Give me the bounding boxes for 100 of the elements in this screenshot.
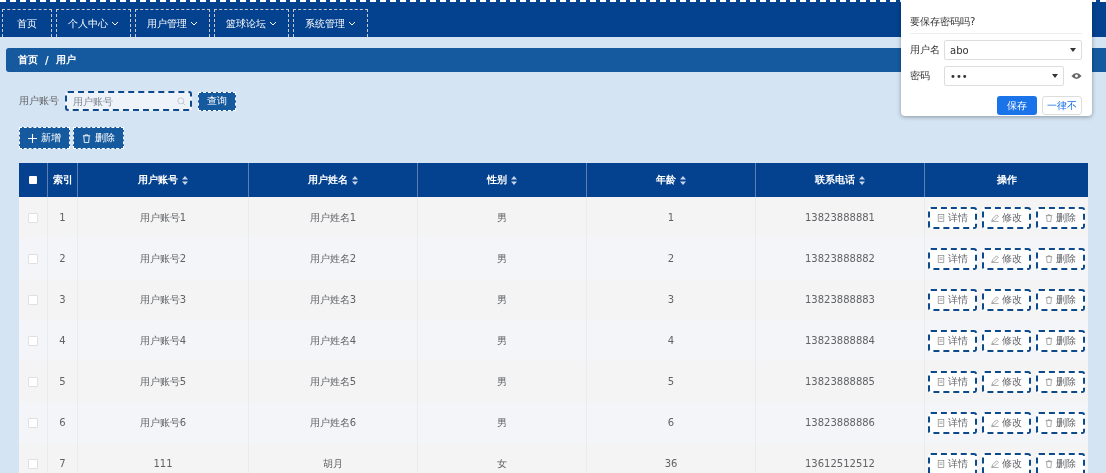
field-label: 用户账号 bbox=[19, 94, 59, 108]
pencil-icon bbox=[991, 213, 999, 222]
row-action-button[interactable]: 修改 bbox=[982, 247, 1031, 270]
row-action-button[interactable]: 修改 bbox=[982, 288, 1031, 311]
table-cell: 用户姓名5 bbox=[309, 374, 357, 389]
nav-menu-item[interactable]: 首页 bbox=[2, 9, 52, 37]
row-action-button[interactable]: 详情 bbox=[928, 206, 977, 229]
pencil-icon bbox=[991, 254, 999, 263]
nav-menu-item[interactable]: 用户管理 bbox=[135, 9, 210, 37]
row-action-button[interactable]: 删除 bbox=[1036, 452, 1085, 473]
table-cell: 3 bbox=[667, 294, 675, 305]
table-cell: 13823888882 bbox=[805, 253, 875, 264]
table-cell: 用户姓名6 bbox=[309, 415, 357, 430]
table-cell: 男 bbox=[497, 292, 507, 307]
row-action-button[interactable]: 详情 bbox=[928, 452, 977, 473]
table-cell: 用户账号1 bbox=[139, 210, 187, 225]
row-action-button[interactable]: 修改 bbox=[982, 452, 1031, 473]
select-all-checkbox[interactable] bbox=[29, 176, 37, 184]
table-cell: 用户账号3 bbox=[139, 292, 187, 307]
table-cell: 男 bbox=[497, 210, 507, 225]
search-icon bbox=[177, 96, 186, 106]
dropdown-caret-icon bbox=[1070, 48, 1076, 52]
row-action-button[interactable]: 删除 bbox=[1036, 247, 1085, 270]
row-checkbox[interactable] bbox=[28, 212, 38, 223]
table-cell: 用户姓名3 bbox=[309, 292, 357, 307]
pencil-icon bbox=[991, 295, 999, 304]
breadcrumb-item: 用户 bbox=[55, 53, 76, 67]
nav-menu-item[interactable]: 系统管理 bbox=[293, 9, 368, 37]
table-cell: 男 bbox=[497, 251, 507, 266]
never-button[interactable]: 一律不 bbox=[1042, 96, 1082, 115]
field-label: 用户名 bbox=[910, 43, 941, 57]
table-cell: 5 bbox=[667, 376, 675, 387]
table-cell: 6 bbox=[667, 417, 675, 428]
field-label: 密码 bbox=[910, 69, 931, 83]
row-action-button[interactable]: 删除 bbox=[1036, 370, 1085, 393]
row-action-button[interactable]: 详情 bbox=[928, 247, 977, 270]
table-cell: 用户账号6 bbox=[139, 415, 187, 430]
table-cell: 女 bbox=[497, 456, 507, 471]
row-action-button[interactable]: 修改 bbox=[982, 206, 1031, 229]
table-cell: 13823888886 bbox=[805, 417, 875, 428]
pencil-icon bbox=[991, 418, 999, 427]
plus-icon bbox=[28, 133, 37, 143]
table-cell: 2 bbox=[59, 253, 66, 264]
search-field[interactable]: 用户账号 bbox=[65, 91, 192, 111]
document-icon bbox=[937, 213, 945, 222]
table-cell: 13823888881 bbox=[805, 212, 875, 223]
row-action-button[interactable]: 删除 bbox=[1036, 206, 1085, 229]
table-cell: 13823888884 bbox=[805, 335, 875, 346]
row-checkbox[interactable] bbox=[28, 294, 38, 305]
trash-icon bbox=[1045, 459, 1053, 468]
column-header: 操作 bbox=[995, 173, 1018, 187]
eye-icon[interactable] bbox=[1071, 72, 1082, 80]
breadcrumb-item: / bbox=[45, 54, 49, 66]
row-action-button[interactable]: 详情 bbox=[928, 288, 977, 311]
row-action-button[interactable]: 详情 bbox=[928, 411, 977, 434]
table-cell: 1 bbox=[667, 212, 675, 223]
trash-icon bbox=[1045, 295, 1053, 304]
row-checkbox[interactable] bbox=[28, 417, 38, 428]
table-cell: 5 bbox=[59, 376, 66, 387]
nav-menu-item[interactable]: 个人中心 bbox=[56, 9, 131, 37]
table-cell: 4 bbox=[667, 335, 675, 346]
table-cell: 7 bbox=[59, 458, 66, 469]
row-action-button[interactable]: 删除 bbox=[1036, 288, 1085, 311]
row-action-button[interactable]: 详情 bbox=[928, 329, 977, 352]
document-icon bbox=[937, 254, 945, 263]
row-checkbox[interactable] bbox=[28, 335, 38, 346]
trash-icon bbox=[1045, 213, 1053, 222]
trash-icon bbox=[1045, 254, 1053, 263]
table-cell: 1 bbox=[59, 212, 66, 223]
save-button[interactable]: 保存 bbox=[997, 96, 1037, 115]
row-checkbox[interactable] bbox=[28, 458, 38, 469]
pencil-icon bbox=[991, 459, 999, 468]
row-checkbox[interactable] bbox=[28, 376, 38, 387]
row-action-button[interactable]: 删除 bbox=[1036, 411, 1085, 434]
row-action-button[interactable]: 修改 bbox=[982, 411, 1031, 434]
table-cell: 3 bbox=[59, 294, 66, 305]
document-icon bbox=[937, 418, 945, 427]
table-cell: 13823888883 bbox=[805, 294, 875, 305]
row-checkbox[interactable] bbox=[28, 253, 38, 264]
pencil-icon bbox=[991, 377, 999, 386]
nav-menu-item[interactable]: 篮球论坛 bbox=[214, 9, 289, 37]
table-cell: 男 bbox=[497, 374, 507, 389]
table-cell: 36 bbox=[664, 458, 678, 469]
document-icon bbox=[937, 295, 945, 304]
username-dropdown[interactable]: abo bbox=[944, 40, 1082, 60]
breadcrumb-item[interactable]: 首页 bbox=[18, 53, 38, 67]
table-cell: 6 bbox=[59, 417, 66, 428]
row-action-button[interactable]: 详情 bbox=[928, 370, 977, 393]
query-button[interactable]: 查询 bbox=[198, 91, 236, 111]
table-cell: 4 bbox=[59, 335, 66, 346]
toolbar-button[interactable]: 删除 bbox=[73, 127, 124, 149]
trash-icon bbox=[1045, 418, 1053, 427]
toolbar-button[interactable]: 新增 bbox=[19, 127, 70, 149]
row-action-button[interactable]: 修改 bbox=[982, 370, 1031, 393]
pencil-icon bbox=[991, 336, 999, 345]
row-action-button[interactable]: 修改 bbox=[982, 329, 1031, 352]
row-action-button[interactable]: 删除 bbox=[1036, 329, 1085, 352]
trash-icon bbox=[1045, 377, 1053, 386]
document-icon bbox=[937, 459, 945, 468]
password-dropdown[interactable]: ••• bbox=[944, 66, 1064, 86]
